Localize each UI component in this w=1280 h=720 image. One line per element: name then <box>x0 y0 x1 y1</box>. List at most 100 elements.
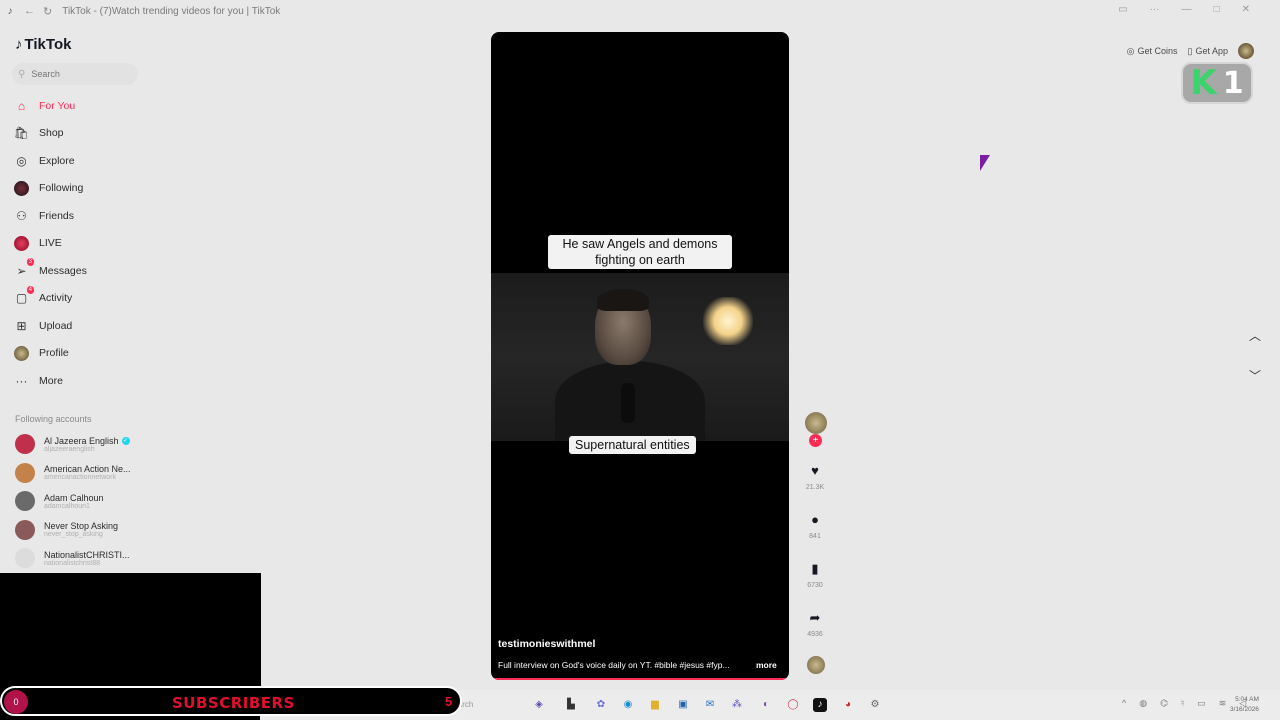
avatar-icon <box>14 180 29 196</box>
wifi-icon[interactable]: ≋ <box>1219 698 1227 709</box>
bookmark-icon: ▮ <box>811 561 819 576</box>
next-video-chevron-down-icon[interactable]: ﹀ <box>1246 367 1264 385</box>
main-nav: ⌂ For You 🛍︎ Shop ◎ Explore Following ⚇ … <box>14 92 87 395</box>
messages-badge: 3 <box>26 258 34 267</box>
opera-icon[interactable]: ◯ <box>786 698 800 712</box>
following-accounts-list: Al Jazeera English ✓ aljazeeraenglish Ame… <box>15 430 131 573</box>
avatar <box>15 548 35 569</box>
caption-bottom: Supernatural entities <box>569 436 696 454</box>
save-button[interactable]: ▮ 6730 <box>803 560 827 589</box>
tiktok-tab-icon: ♪ <box>7 5 13 17</box>
user-avatar[interactable] <box>1238 43 1254 59</box>
nav-for-you[interactable]: ⌂ For You <box>14 92 87 120</box>
shield-icon[interactable]: ◍ <box>1139 698 1147 709</box>
menu-dots-icon[interactable]: ··· <box>1150 4 1160 15</box>
nav-activity[interactable]: ▢ 4 Activity <box>14 285 87 313</box>
home-icon: ⌂ <box>17 98 26 113</box>
video-author[interactable]: testimonieswithmel <box>498 638 595 650</box>
creator-avatar[interactable] <box>805 412 827 434</box>
activity-badge: 4 <box>26 285 34 294</box>
nav-more[interactable]: ··· More <box>14 367 87 395</box>
cast-icon[interactable]: ▭ <box>1118 4 1127 15</box>
share-button[interactable]: ➦ 4936 <box>803 609 827 638</box>
file-explorer-icon[interactable]: ▆ <box>648 698 662 712</box>
top-right-actions: ◎ Get Coins ▯ Get App <box>1127 43 1254 59</box>
account-item[interactable]: American Action Ne... americanactionnetw… <box>15 459 131 488</box>
video-frame <box>491 273 789 441</box>
chevron-up-icon[interactable]: ^ <box>1122 698 1126 709</box>
maximize-button[interactable]: □ <box>1214 4 1220 15</box>
account-item[interactable]: Never Stop Asking never_stop_asking <box>15 516 131 545</box>
music-disc-icon[interactable] <box>807 656 825 674</box>
speaker-hair <box>597 289 649 311</box>
comment-icon: ● <box>811 512 819 527</box>
follow-button[interactable]: + <box>809 434 822 447</box>
minimize-button[interactable]: — <box>1182 4 1192 15</box>
teams-icon[interactable]: ⁂ <box>730 698 744 712</box>
outlook-icon[interactable]: ✉ <box>703 698 717 712</box>
get-coins-button[interactable]: ◎ Get Coins <box>1127 46 1178 57</box>
task-view-icon[interactable]: ▙ <box>564 698 578 712</box>
heart-icon: ♥ <box>811 463 819 478</box>
subscribers-counter-overlay: 0 SUBSCRIBERS 5 <box>0 686 462 716</box>
nav-following[interactable]: Following <box>14 175 87 203</box>
microphone <box>621 383 635 423</box>
store-icon[interactable]: ▣ <box>676 698 690 712</box>
copilot-icon[interactable]: ✿ <box>594 698 608 712</box>
system-clock[interactable]: 5:04 AM 3/16/2026 <box>1230 695 1259 715</box>
share-icon: ➦ <box>809 610 821 625</box>
reload-button[interactable]: ↻ <box>43 5 52 18</box>
tiktok-taskbar-icon[interactable]: ♪ <box>813 698 827 712</box>
previous-video-chevron-up-icon[interactable]: ︿ <box>1246 327 1264 345</box>
account-item[interactable]: Adam Calhoun adamcalhoun1 <box>15 487 131 516</box>
live-icon <box>14 235 29 251</box>
channel-logo: 0 <box>4 690 28 714</box>
more-button[interactable]: more <box>756 660 777 670</box>
nav-profile[interactable]: Profile <box>14 340 87 368</box>
close-button[interactable]: ✕ <box>1242 4 1250 15</box>
display-icon[interactable]: ▭ <box>1197 698 1206 709</box>
video-progress-bar[interactable] <box>491 678 789 680</box>
comment-button[interactable]: ● 841 <box>803 511 827 540</box>
window-title: TikTok - (7)Watch trending videos for yo… <box>62 5 281 17</box>
nav-live[interactable]: LIVE <box>14 230 87 258</box>
avatar <box>15 462 35 483</box>
system-tray: ^ ◍ ⌬ ♮ ▭ ≋ ◁ <box>1122 698 1246 709</box>
widgets-icon[interactable]: ◈ <box>532 698 546 712</box>
nav-upload[interactable]: ⊞ Upload <box>14 312 87 340</box>
nav-messages[interactable]: ➢ 3 Messages <box>14 257 87 285</box>
edge-icon[interactable]: ◉ <box>621 698 635 712</box>
nav-shop[interactable]: 🛍︎ Shop <box>14 120 87 148</box>
settings-gear-icon[interactable]: ⚙ <box>868 698 882 712</box>
coin-icon: ◎ <box>1126 45 1135 56</box>
verified-icon: ✓ <box>121 437 130 446</box>
compass-icon: ◎ <box>16 153 27 168</box>
account-item[interactable]: Al Jazeera English ✓ aljazeeraenglish <box>15 430 131 459</box>
video-player[interactable]: He saw Angels and demons fighting on ear… <box>491 32 789 680</box>
window-controls: ▭ ··· — □ ✕ <box>1118 4 1250 15</box>
search-input[interactable] <box>31 69 122 79</box>
account-item[interactable]: NationalistCHRISTI... nationalistchrist8… <box>15 544 131 573</box>
search-box[interactable]: ⚲ <box>12 63 138 85</box>
caption-top: He saw Angels and demons fighting on ear… <box>548 235 732 269</box>
avatar-icon <box>14 345 29 361</box>
back-button[interactable]: ← <box>24 5 35 17</box>
title-bar: ♪ ← ↻ TikTok - (7)Watch trending videos … <box>0 0 1280 22</box>
sidebar: ♪ TikTok ⚲ ⌂ For You 🛍︎ Shop ◎ Explore F… <box>0 30 260 573</box>
messenger-icon[interactable]: ◐ <box>759 698 773 712</box>
tiktok-note-icon: ♪ <box>15 36 23 53</box>
search-icon: ⚲ <box>18 68 26 80</box>
send-icon: ➢ 3 <box>16 258 34 278</box>
tiktok-logo[interactable]: ♪ TikTok <box>15 36 71 53</box>
studio-light <box>703 297 753 345</box>
mouse-cursor-icon <box>980 155 990 171</box>
like-button[interactable]: ♥ 21.3K <box>803 462 827 491</box>
nav-explore[interactable]: ◎ Explore <box>14 147 87 175</box>
subscribers-label: SUBSCRIBERS <box>172 694 295 712</box>
microphone-icon[interactable]: ♮ <box>1181 698 1184 709</box>
app-icon[interactable]: ◕ <box>841 698 855 712</box>
get-app-button[interactable]: ▯ Get App <box>1188 46 1228 57</box>
avatar <box>15 434 35 455</box>
network-icon[interactable]: ⌬ <box>1160 698 1168 709</box>
nav-friends[interactable]: ⚇ Friends <box>14 202 87 230</box>
